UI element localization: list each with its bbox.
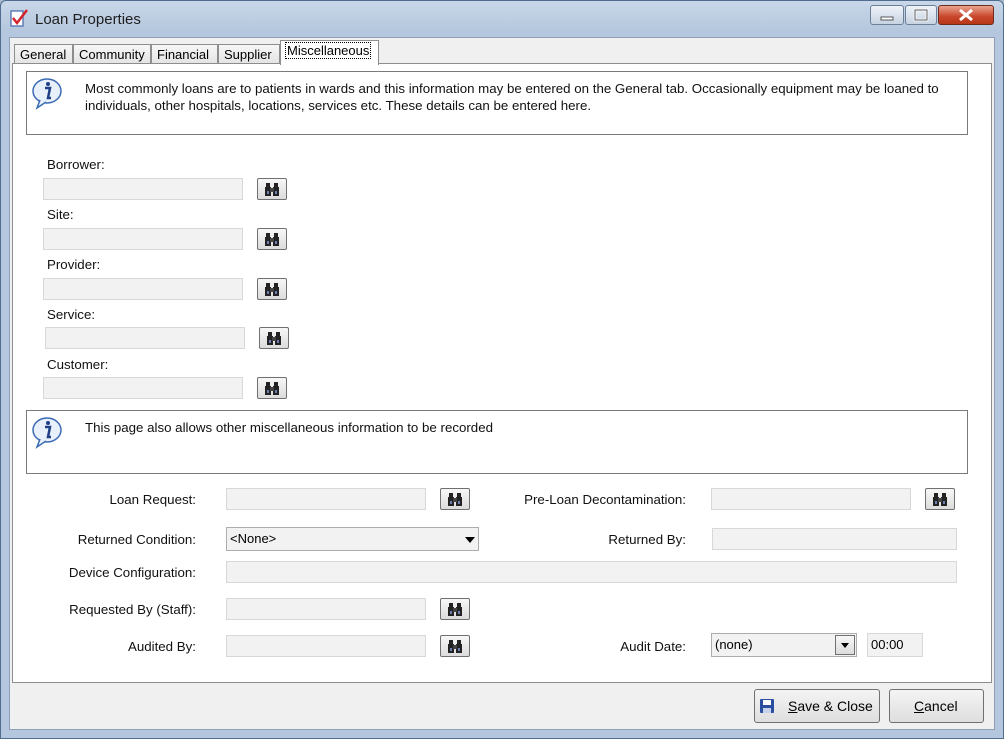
audit-date-label: Audit Date: [620,639,686,654]
site-find-button[interactable] [257,228,287,250]
pre-loan-decontamination-label: Pre-Loan Decontamination: [524,492,686,507]
info-icon [32,78,62,110]
returned-condition-value: <None> [230,531,277,546]
tab-general-label: General [20,47,67,62]
customer-label: Customer: [47,357,109,372]
save-close-button[interactable]: Save & Close [754,689,880,723]
close-icon [959,8,973,22]
floppy-disk-icon [760,699,774,713]
binoculars-icon [265,183,279,196]
tab-financial-label: Financial [157,47,210,62]
service-field[interactable] [45,327,245,349]
provider-field[interactable] [43,278,243,300]
loan-properties-window: Loan Properties General Community Financ… [0,0,1004,739]
info-icon [32,417,62,449]
borrower-find-button[interactable] [257,178,287,200]
audited-by-find-button[interactable] [440,635,470,657]
tab-general[interactable]: General [14,44,73,64]
tab-community-label: Community [79,47,145,62]
returned-by-label: Returned By: [608,532,686,547]
binoculars-icon [265,382,279,395]
service-label: Service: [47,307,96,322]
customer-field[interactable] [43,377,243,399]
audit-date-value: (none) [715,637,753,652]
binoculars-icon [265,283,279,296]
customer-find-button[interactable] [257,377,287,399]
maximize-button[interactable] [905,5,937,25]
info-box-top: Most commonly loans are to patients in w… [26,71,968,135]
loan-request-field[interactable] [226,488,426,510]
info-text-top: Most commonly loans are to patients in w… [85,81,939,113]
info-text-misc: This page also allows other miscellaneou… [85,420,493,435]
info-box-misc: This page also allows other miscellaneou… [26,410,968,474]
tab-miscellaneous[interactable]: Miscellaneous [280,40,379,65]
binoculars-icon [265,233,279,246]
binoculars-icon [267,332,281,345]
audit-date-picker[interactable]: (none) [711,633,857,657]
dialog-client-area: General Community Financial Supplier Mis… [9,37,995,730]
pre-loan-decontamination-find-button[interactable] [925,488,955,510]
audit-time-field[interactable]: 00:00 [867,633,923,657]
tab-miscellaneous-label: Miscellaneous [284,42,372,59]
binoculars-icon [448,640,462,653]
cancel-label: Cancel [914,698,958,714]
provider-find-button[interactable] [257,278,287,300]
borrower-field[interactable] [43,178,243,200]
requested-by-label: Requested By (Staff): [69,602,196,617]
dropdown-arrow-icon [465,533,475,545]
loan-request-label: Loan Request: [109,492,197,507]
binoculars-icon [933,493,947,506]
returned-condition-select[interactable]: <None> [226,527,479,551]
site-label: Site: [47,207,74,222]
window-title: Loan Properties [35,11,141,28]
minimize-button[interactable] [870,5,904,25]
minimize-icon [880,16,894,21]
loan-request-find-button[interactable] [440,488,470,510]
site-field[interactable] [43,228,243,250]
device-configuration-label: Device Configuration: [68,565,196,580]
returned-condition-label: Returned Condition: [77,532,196,547]
returned-by-field[interactable] [712,528,957,550]
service-find-button[interactable] [259,327,289,349]
requested-by-field[interactable] [226,598,426,620]
binoculars-icon [448,603,462,616]
requested-by-find-button[interactable] [440,598,470,620]
maximize-icon [913,8,929,22]
checklist-icon [10,9,28,27]
borrower-label: Borrower: [47,157,105,172]
tab-supplier[interactable]: Supplier [218,44,280,64]
save-close-label: Save & Close [788,698,873,714]
calendar-dropdown-button[interactable] [835,635,855,655]
close-window-button[interactable] [938,5,994,25]
cancel-button[interactable]: Cancel [889,689,984,723]
title-bar[interactable]: Loan Properties [1,1,1003,37]
audited-by-label: Audited By: [127,639,196,654]
tab-financial[interactable]: Financial [151,44,218,64]
device-configuration-field[interactable] [226,561,957,583]
tab-community[interactable]: Community [73,44,151,64]
provider-label: Provider: [47,257,101,272]
audited-by-field[interactable] [226,635,426,657]
pre-loan-decontamination-field[interactable] [711,488,911,510]
miscellaneous-panel: Most commonly loans are to patients in w… [12,63,992,683]
tab-supplier-label: Supplier [224,47,272,62]
binoculars-icon [448,493,462,506]
